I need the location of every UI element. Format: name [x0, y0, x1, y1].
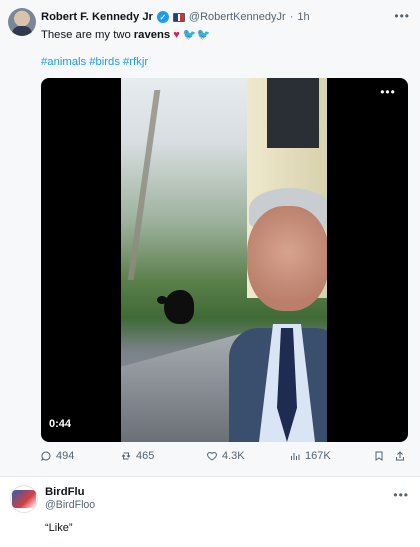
repost-button[interactable]: 465: [120, 450, 154, 462]
reply-author-name[interactable]: BirdFlu: [45, 486, 95, 498]
tweet[interactable]: Robert F. Kennedy Jr ✓ @RobertKennedyJr …: [0, 0, 420, 476]
share-button[interactable]: [394, 450, 406, 462]
separator-dot: ·: [289, 11, 294, 23]
reply-header: BirdFlu @BirdFloo: [45, 486, 95, 511]
bird-emoji: 🐦🐦: [182, 29, 211, 41]
repost-icon: [120, 450, 132, 462]
face-shape: [247, 206, 327, 311]
more-icon[interactable]: •••: [394, 9, 410, 23]
views-icon: [289, 450, 301, 462]
reply-text: “Like”: [45, 522, 73, 534]
raven-shape: [157, 290, 194, 324]
avatar[interactable]: [8, 8, 36, 36]
action-bar: 494 465 4.3K 167K: [40, 450, 412, 468]
video-duration: 0:44: [49, 418, 72, 430]
tree-shape: [127, 90, 225, 280]
repost-count: 465: [136, 450, 155, 462]
reply-button[interactable]: 494: [40, 450, 74, 462]
reply-count: 494: [56, 450, 75, 462]
reply-more-icon[interactable]: •••: [393, 488, 409, 502]
tweet-text-lead: These are my two: [41, 28, 131, 41]
views-button[interactable]: 167K: [289, 450, 331, 462]
hashtag-link[interactable]: #birds: [89, 56, 120, 68]
person-shape: [229, 188, 327, 442]
tweet-header: Robert F. Kennedy Jr ✓ @RobertKennedyJr …: [41, 9, 310, 25]
birdflu-logo-icon: [12, 490, 36, 508]
heart-icon: [206, 450, 218, 462]
author-handle[interactable]: @RobertKennedyJr: [189, 11, 286, 23]
video-player[interactable]: ••• 0:44: [41, 78, 408, 442]
tweet-text-bold: ravens: [133, 28, 171, 41]
share-icon: [394, 450, 406, 462]
post-time[interactable]: 1h: [297, 11, 309, 23]
tweet-text: These are my two ravens ♥ 🐦🐦: [41, 28, 211, 42]
like-count: 4.3K: [222, 450, 245, 462]
verified-icon: ✓: [156, 11, 169, 23]
divider: [0, 476, 420, 477]
reply-icon: [40, 450, 52, 462]
flag-icon: [172, 12, 185, 22]
video-frame[interactable]: [121, 78, 327, 442]
video-more-icon[interactable]: •••: [376, 84, 400, 100]
reply-author-handle[interactable]: @BirdFloo: [45, 499, 95, 511]
hashtag-link[interactable]: #rfkjr: [123, 56, 148, 68]
bookmark-button[interactable]: [373, 450, 385, 462]
window-shape: [267, 78, 319, 148]
reply-avatar[interactable]: [10, 485, 38, 513]
view-count: 167K: [305, 450, 331, 462]
hashtag-list: #animals #birds #rfkjr: [41, 56, 148, 68]
like-button[interactable]: 4.3K: [206, 450, 245, 462]
hashtag-link[interactable]: #animals: [41, 56, 86, 68]
bookmark-icon: [373, 450, 385, 462]
heart-emoji: ♥: [173, 28, 180, 41]
author-name[interactable]: Robert F. Kennedy Jr: [41, 11, 153, 23]
